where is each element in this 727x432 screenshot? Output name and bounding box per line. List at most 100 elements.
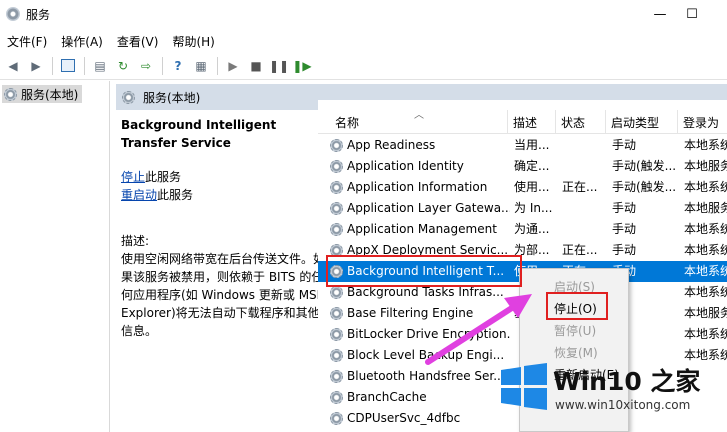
tree-item-label: 服务(本地) xyxy=(21,87,79,102)
cell-startup-type: 手动 xyxy=(612,222,637,236)
cell-logon-as: 本地系统 xyxy=(684,180,727,194)
cell-logon-as: 本地系统 xyxy=(684,285,727,299)
cell-description: 使用... xyxy=(514,180,550,194)
refresh-icon[interactable]: ↻ xyxy=(112,55,134,77)
restart-service-line: 重启动此服务 xyxy=(121,186,326,204)
toolbar-separator xyxy=(84,56,85,75)
table-row[interactable]: Application Layer Gatewa... 为 In... 手动 本地服务 xyxy=(318,198,727,219)
watermark-brand: Win10 之家 xyxy=(553,367,701,396)
cell-name: AppX Deployment Servic... xyxy=(330,240,510,261)
column-header-name[interactable]: 名称 xyxy=(330,110,508,134)
windows-logo-icon xyxy=(501,363,547,410)
cell-startup-type: 手动(触发... xyxy=(612,180,677,194)
cell-logon-as: 本地服务 xyxy=(684,306,727,320)
start-service-icon[interactable]: ▶ xyxy=(222,55,244,77)
properties-icon[interactable]: ▤ xyxy=(89,55,111,77)
service-name: App Readiness xyxy=(347,138,436,152)
table-row[interactable]: Application Identity 确定... 手动(触发... 本地服务 xyxy=(318,156,727,177)
window-title: 服务 xyxy=(26,8,51,22)
service-name: Application Identity xyxy=(347,159,464,173)
cell-name: Background Intelligent T... xyxy=(330,261,510,282)
service-name: Application Layer Gatewa... xyxy=(347,201,510,215)
help-icon[interactable]: ? xyxy=(167,55,189,77)
toolbar: ◀ ▶ ▤ ↻ ⇨ ? ▦ ▶ ■ ❚❚ ❚▶ xyxy=(0,52,727,80)
service-name: BranchCache xyxy=(347,390,427,404)
column-header-description[interactable]: 描述 xyxy=(508,110,556,134)
column-header-logon-as[interactable]: 登录为 xyxy=(678,110,727,134)
cell-logon-as: 本地系统 xyxy=(684,264,727,278)
table-row[interactable]: App Readiness 当用... 手动 本地系统 xyxy=(318,135,727,156)
cell-name: CDPUserSvc_4dfbc xyxy=(330,408,510,429)
cell-logon-as: 本地系统 xyxy=(684,327,727,341)
service-name: Background Intelligent T... xyxy=(347,264,505,278)
restart-service-icon[interactable]: ❚▶ xyxy=(291,55,313,77)
service-gear-icon xyxy=(330,139,343,152)
tree-item-services-local[interactable]: 服务(本地) xyxy=(2,85,83,103)
service-title: Background Intelligent Transfer Service xyxy=(121,118,277,150)
cell-description: 为部... xyxy=(514,243,550,257)
cell-status xyxy=(562,198,606,219)
service-gear-icon xyxy=(330,328,343,341)
cell-logon-as: 本地服务 xyxy=(684,201,727,215)
service-name: Application Management xyxy=(347,222,497,236)
stop-service-line: 停止此服务 xyxy=(121,168,326,186)
cell-startup-type: 手动 xyxy=(612,138,637,152)
cell-startup-type: 手动 xyxy=(612,243,637,257)
cell-description: 为 In... xyxy=(514,201,553,215)
service-name: AppX Deployment Servic... xyxy=(347,243,509,257)
table-row[interactable]: Application Management 为通... 手动 本地系统 xyxy=(318,219,727,240)
description-label: 描述: xyxy=(121,234,150,248)
main-pane-title: 服务(本地) xyxy=(143,90,201,105)
table-row[interactable]: AppX Deployment Servic... 为部... 正在... 手动 本地系… xyxy=(318,240,727,261)
console-tree-icon[interactable] xyxy=(57,55,79,77)
stop-service-link[interactable]: 停止 xyxy=(121,170,145,184)
column-header-status[interactable]: 状态 xyxy=(556,110,606,134)
cell-name: Application Layer Gatewa... xyxy=(330,198,510,219)
stop-service-icon[interactable]: ■ xyxy=(245,55,267,77)
maximize-button[interactable]: ☐ xyxy=(672,2,712,26)
cell-description: 当用... xyxy=(514,138,550,152)
service-gear-icon xyxy=(330,349,343,362)
menu-view[interactable]: 查看(V) xyxy=(110,30,166,52)
cell-logon-as: 本地系统 xyxy=(684,222,727,236)
service-gear-icon xyxy=(330,412,343,425)
table-header: ︿ 名称 描述 状态 启动类型 登录为 xyxy=(318,110,727,134)
forward-arrow-icon[interactable]: ▶ xyxy=(25,55,47,77)
back-arrow-icon[interactable]: ◀ xyxy=(2,55,24,77)
cell-name: Bluetooth Handsfree Ser... xyxy=(330,366,510,387)
menu-bar: 文件(F) 操作(A) 查看(V) 帮助(H) xyxy=(0,30,727,52)
description-text: 使用空闲网络带宽在后台传送文件。如果该服务被禁用，则依赖于 BITS 的任何应用… xyxy=(121,252,326,338)
service-name: Application Information xyxy=(347,180,488,194)
title-bar: 服务 — ☐ xyxy=(0,0,727,30)
service-gear-icon xyxy=(330,391,343,404)
cell-logon-as: 本地系统 xyxy=(684,138,727,152)
menu-action[interactable]: 操作(A) xyxy=(54,30,110,52)
cell-startup-type: 手动(触发... xyxy=(612,159,677,173)
gear-icon xyxy=(122,90,135,104)
cell-name: Application Information xyxy=(330,177,510,198)
table-row[interactable]: Application Information 使用... 正在... 手动(触发..… xyxy=(318,177,727,198)
pause-service-icon[interactable]: ❚❚ xyxy=(268,55,290,77)
cell-description: 为通... xyxy=(514,222,550,236)
column-header-startup-type[interactable]: 启动类型 xyxy=(606,110,678,134)
toolbar-separator xyxy=(217,56,218,75)
cell-name: App Readiness xyxy=(330,135,510,156)
cell-status xyxy=(562,156,606,177)
service-gear-icon xyxy=(330,286,343,299)
menu-help[interactable]: 帮助(H) xyxy=(165,30,221,52)
cell-startup-type: 手动 xyxy=(612,201,637,215)
service-gear-icon xyxy=(330,307,343,320)
console-tree: 服务(本地) xyxy=(0,81,110,432)
cell-name: Application Identity xyxy=(330,156,510,177)
cell-logon-as: 本地服务 xyxy=(684,159,727,173)
cell-logon-as: 本地系统 xyxy=(684,243,727,257)
export-list-icon[interactable]: ⇨ xyxy=(135,55,157,77)
cell-status: 正在... xyxy=(562,243,598,257)
restart-service-link[interactable]: 重启动 xyxy=(121,188,157,202)
menu-file[interactable]: 文件(F) xyxy=(0,30,54,52)
watermark-url: www.win10xitong.com xyxy=(555,398,691,412)
watermark: Win10 之家 www.win10xitong.com xyxy=(493,354,727,432)
stop-service-suffix: 此服务 xyxy=(145,170,182,184)
services-app-icon xyxy=(6,7,20,21)
action-pane-icon[interactable]: ▦ xyxy=(190,55,212,77)
